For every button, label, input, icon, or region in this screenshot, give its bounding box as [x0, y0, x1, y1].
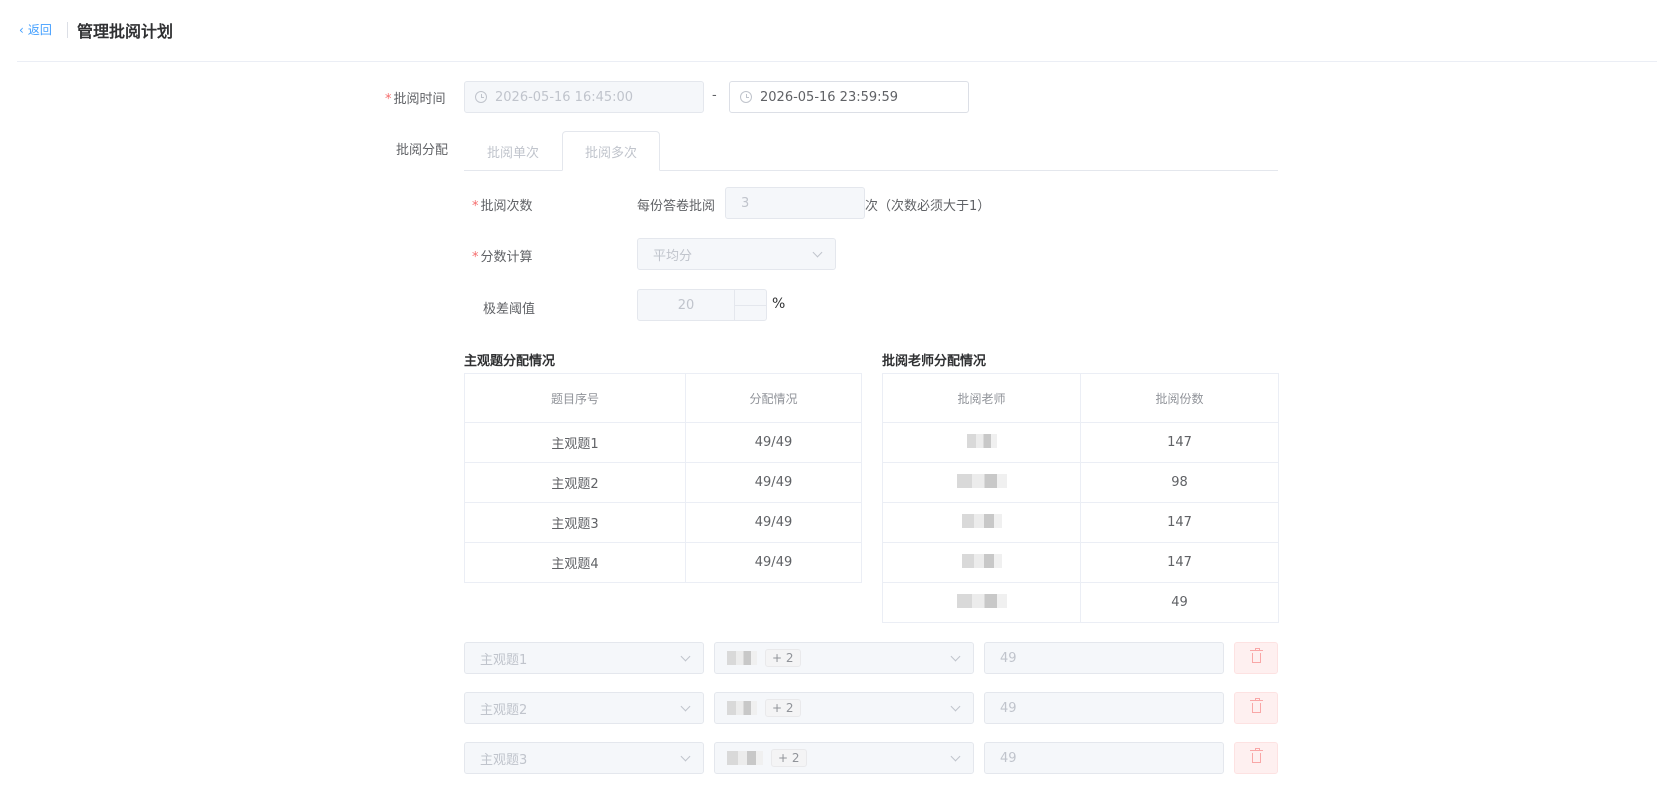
review-time-label: * 批阅时间 [385, 92, 446, 107]
delete-button[interactable] [1234, 692, 1278, 724]
chevron-down-icon [680, 751, 691, 762]
score-calc-label: * 分数计算 [472, 250, 533, 265]
teacher-name-redacted [882, 502, 1081, 543]
range-threshold-input: 20 [637, 289, 767, 321]
table-row: 147 [882, 502, 1279, 543]
back-link[interactable]: ‹ 返回 [19, 21, 52, 38]
table-row: 主观题3 49/49 [464, 502, 862, 543]
page-header [17, 0, 1657, 62]
count-cell: 147 [1080, 422, 1279, 463]
range-threshold-label: 极差阈值 [483, 302, 536, 317]
subjective-table: 题目序号 分配情况 主观题1 49/49 主观题2 49/49 主观题3 49/49 … [464, 373, 862, 583]
allocation-cell: 49/49 [685, 542, 862, 583]
table-row: 主观题1 49/49 [464, 422, 862, 463]
review-count-input: 3 [725, 187, 865, 219]
count-cell: 147 [1080, 542, 1279, 583]
more-teachers-tag: + 2 [765, 649, 801, 667]
date-separator: - [712, 88, 717, 103]
count-input: 49 [984, 742, 1224, 774]
teacher-name-redacted [882, 462, 1081, 503]
tab-single-review[interactable]: 批阅单次 [464, 131, 562, 171]
teacher-select: + 2 [714, 742, 974, 774]
allocation-cell: 49/49 [685, 502, 862, 543]
chevron-down-icon [950, 751, 961, 762]
trash-icon [1249, 648, 1263, 663]
table-row: 147 [882, 542, 1279, 583]
question-cell: 主观题4 [464, 542, 686, 583]
question-cell: 主观题3 [464, 502, 686, 543]
start-time-input: 2026-05-16 16:45:00 [464, 81, 704, 113]
teacher-select: + 2 [714, 642, 974, 674]
delete-button[interactable] [1234, 642, 1278, 674]
count-input: 49 [984, 692, 1224, 724]
clock-icon [475, 91, 487, 103]
allocation-cell: 49/49 [685, 422, 862, 463]
chevron-down-icon [950, 701, 961, 712]
question-select: 主观题3 [464, 742, 704, 774]
more-teachers-tag: + 2 [765, 699, 801, 717]
chevron-down-icon [680, 701, 691, 712]
column-header: 批阅老师 [882, 373, 1081, 423]
count-cell: 49 [1080, 582, 1279, 623]
chevron-down-icon [680, 651, 691, 662]
trash-icon [1249, 698, 1263, 713]
column-header: 批阅份数 [1080, 373, 1279, 423]
range-threshold-unit: % [772, 296, 786, 312]
delete-button[interactable] [1234, 742, 1278, 774]
score-calc-select: 平均分 [637, 238, 836, 270]
page-title: 管理批阅计划 [77, 22, 174, 41]
count-cell: 147 [1080, 502, 1279, 543]
teacher-table: 批阅老师 批阅份数 147 98 147 147 49 [882, 373, 1279, 623]
column-header: 题目序号 [464, 373, 686, 423]
table-row: 98 [882, 462, 1279, 503]
table-row: 主观题2 49/49 [464, 462, 862, 503]
tab-multi-review[interactable]: 批阅多次 [562, 131, 660, 171]
question-select: 主观题1 [464, 642, 704, 674]
table-row: 147 [882, 422, 1279, 463]
end-time-input[interactable]: 2026-05-16 23:59:59 [729, 81, 969, 113]
chevron-left-icon: ‹ [19, 22, 24, 37]
review-count-prefix: 每份答卷批阅 [637, 199, 716, 214]
more-teachers-tag: + 2 [771, 749, 807, 767]
table-row: 49 [882, 582, 1279, 623]
question-select: 主观题2 [464, 692, 704, 724]
allocation-label: 批阅分配 [396, 143, 449, 158]
review-count-suffix: 次（次数必须大于1） [865, 199, 991, 214]
table-row: 主观题4 49/49 [464, 542, 862, 583]
stepper-controls [734, 290, 767, 320]
review-count-label: * 批阅次数 [472, 199, 533, 214]
teacher-name-redacted [727, 701, 757, 715]
count-input: 49 [984, 642, 1224, 674]
count-cell: 98 [1080, 462, 1279, 503]
teacher-name-redacted [882, 422, 1081, 463]
question-cell: 主观题2 [464, 462, 686, 503]
teacher-name-redacted [882, 582, 1081, 623]
teacher-table-title: 批阅老师分配情况 [882, 354, 987, 369]
header-divider [67, 22, 68, 38]
teacher-name-redacted [727, 651, 757, 665]
teacher-name-redacted [727, 751, 763, 765]
subjective-table-title: 主观题分配情况 [464, 354, 556, 369]
clock-icon [740, 91, 752, 103]
chevron-down-icon [950, 651, 961, 662]
question-cell: 主观题1 [464, 422, 686, 463]
teacher-select: + 2 [714, 692, 974, 724]
trash-icon [1249, 748, 1263, 763]
allocation-cell: 49/49 [685, 462, 862, 503]
column-header: 分配情况 [685, 373, 862, 423]
back-label: 返回 [27, 23, 52, 37]
chevron-down-icon [812, 247, 823, 258]
teacher-name-redacted [882, 542, 1081, 583]
